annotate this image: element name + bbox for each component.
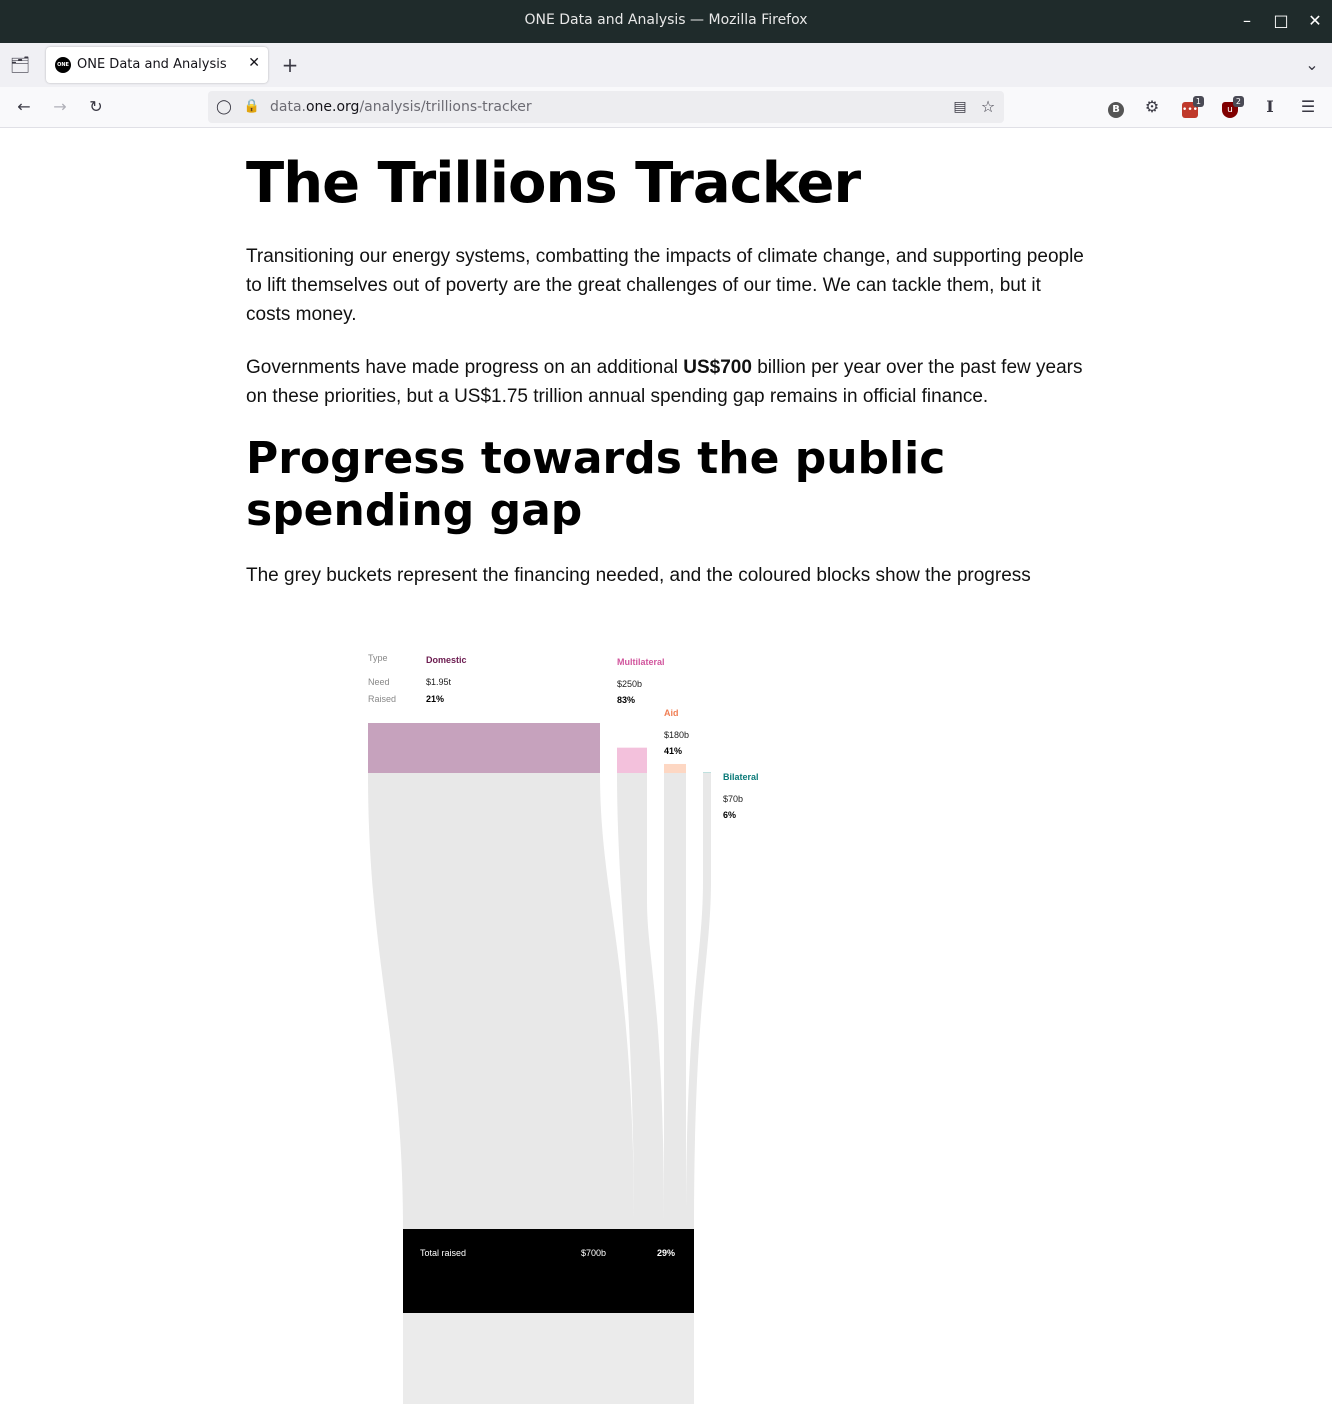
aid-need: $180b [664, 730, 689, 740]
window-titlebar: ONE Data and Analysis — Mozilla Firefox … [0, 0, 1332, 43]
domestic-raised: 21% [426, 694, 444, 704]
bookmark-star-icon[interactable]: ☆ [976, 95, 1000, 119]
one-favicon-icon: ONE [55, 57, 71, 73]
total-raised-label: Total raised [420, 1248, 466, 1258]
reader-view-icon[interactable]: ▤ [948, 95, 972, 119]
aid-raised-block [664, 763, 686, 773]
extension-badge: 1 [1192, 96, 1204, 107]
bucket-flows [368, 773, 711, 1229]
extension-b-icon[interactable]: B [1104, 95, 1128, 119]
multilateral-bucket-flow [617, 773, 664, 1229]
category-labels: Type Need Raised Domestic $1.95t 21% Mul… [368, 653, 759, 820]
url-text[interactable]: data.one.org/analysis/trillions-tracker [270, 99, 532, 115]
domestic-bucket-flow [368, 773, 634, 1229]
multilateral-raised: 83% [617, 695, 635, 705]
bilateral-bucket-top [703, 773, 711, 774]
remaining-gap-bucket [403, 1313, 694, 1404]
lock-icon[interactable]: 🔒 [240, 95, 264, 119]
back-arrow-icon[interactable]: ← [12, 95, 36, 119]
list-tabs-chevron-down-icon[interactable]: ⌄ [1300, 53, 1324, 77]
total-raised-value: $700b [581, 1248, 606, 1258]
tab-manager-icon[interactable]: 🗂 [8, 53, 32, 77]
hamburger-menu-icon[interactable]: ☰ [1296, 95, 1320, 119]
window-title: ONE Data and Analysis — Mozilla Firefox [524, 12, 808, 28]
bilateral-label: Bilateral [723, 772, 759, 782]
highlight-amount: US$700 [683, 357, 752, 378]
page-title: The Trillions Tracker [246, 151, 861, 216]
extension-badge: 2 [1232, 96, 1244, 107]
bilateral-bucket-flow [686, 773, 711, 1229]
extension-i-icon[interactable]: I [1258, 95, 1282, 119]
extensions-puzzle-icon[interactable]: ⚙ [1140, 95, 1164, 119]
section-description: The grey buckets represent the financing… [246, 565, 1031, 586]
navigation-bar: ← → ↻ ◯ 🔒 data.one.org/analysis/trillion… [0, 87, 1332, 128]
bilateral-raised-block [703, 772, 711, 773]
progress-paragraph: Governments have made progress on an add… [246, 357, 1083, 407]
tab-close-icon[interactable]: ✕ [248, 55, 260, 71]
shield-icon[interactable]: ◯ [212, 95, 236, 119]
total-raised-bar [403, 1229, 694, 1313]
maximize-icon[interactable]: □ [1270, 10, 1292, 32]
intro-paragraph: Transitioning our energy systems, combat… [246, 246, 1084, 325]
tab-one-data[interactable]: ONE ONE Data and Analysis ✕ [46, 47, 268, 83]
aid-bucket-flow [664, 773, 686, 1229]
total-section: Total raised $700b 29% [403, 1229, 694, 1404]
multilateral-label: Multilateral [617, 657, 665, 667]
extension-red-icon[interactable]: ••• 1 [1178, 95, 1204, 119]
bilateral-need: $70b [723, 794, 743, 804]
multilateral-need: $250b [617, 679, 642, 689]
domestic-label: Domestic [426, 655, 467, 665]
section-heading: Progress towards the public spending gap [246, 433, 946, 536]
domestic-raised-block [368, 723, 600, 773]
legend-raised-label: Raised [368, 694, 396, 704]
minimize-icon[interactable]: – [1236, 10, 1258, 32]
close-window-icon[interactable]: ✕ [1304, 10, 1326, 32]
total-raised-pct: 29% [657, 1248, 675, 1258]
reload-icon[interactable]: ↻ [84, 95, 108, 119]
tab-bar: 🗂 ONE ONE Data and Analysis ✕ + ⌄ [0, 43, 1332, 87]
url-bar[interactable]: ◯ 🔒 data.one.org/analysis/trillions-trac… [208, 91, 1004, 123]
tab-label: ONE Data and Analysis [77, 57, 227, 72]
aid-label: Aid [664, 708, 679, 718]
forward-arrow-icon[interactable]: → [48, 95, 72, 119]
legend-type-label: Type [368, 653, 388, 663]
bilateral-raised: 6% [723, 810, 736, 820]
raised-blocks [368, 723, 711, 773]
ublock-shield-icon[interactable]: u2 [1218, 95, 1244, 119]
aid-raised: 41% [664, 746, 682, 756]
domestic-need: $1.95t [426, 677, 452, 687]
multilateral-raised-block [617, 747, 647, 773]
legend-need-label: Need [368, 677, 390, 687]
new-tab-icon[interactable]: + [278, 53, 302, 77]
